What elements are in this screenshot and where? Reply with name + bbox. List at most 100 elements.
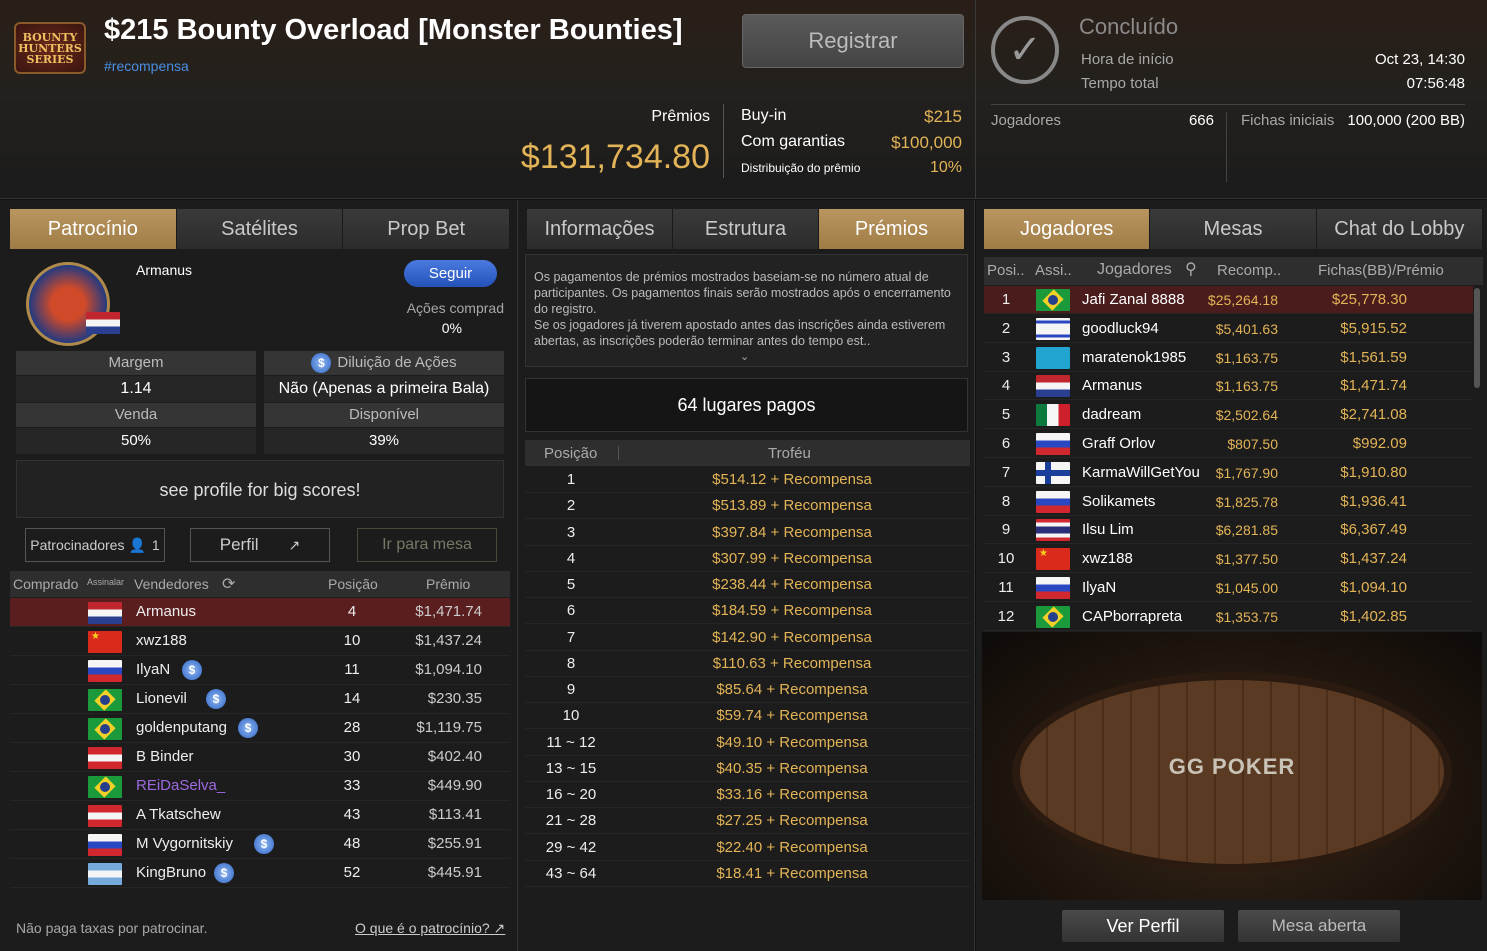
margin-value: 1.14 — [16, 376, 256, 402]
table-row[interactable]: IlyaN $11 $1,094.10 — [10, 656, 510, 685]
payout-amount: $513.89 + Recompensa — [712, 497, 872, 515]
col-chips-prize[interactable]: Fichas(BB)/Prémio — [1318, 262, 1444, 279]
table-row[interactable]: xwz188 10 $1,437.24 — [10, 627, 510, 656]
view-profile-button[interactable]: Ver Perfil — [1062, 910, 1224, 942]
refresh-icon[interactable]: ⟳ — [222, 574, 235, 594]
seller-name: A Tkatschew — [136, 806, 221, 823]
tab-prizes[interactable]: Prémios — [819, 209, 965, 249]
payout-amount: $238.44 + Recompensa — [712, 576, 872, 593]
seller-prize: $230.35 — [427, 690, 482, 707]
table-row[interactable]: 7 KarmaWillGetYou $1,767.90 $1,910.80 — [984, 459, 1473, 487]
register-button[interactable]: Registrar — [742, 14, 964, 68]
country-flag — [1036, 433, 1070, 455]
table-row: 6 $184.59 + Recompensa — [525, 598, 970, 625]
col-position[interactable]: Posição — [328, 576, 378, 592]
col-trophy: Troféu — [768, 445, 811, 462]
tab-players[interactable]: Jogadores — [984, 209, 1151, 249]
seller-prize: $402.40 — [427, 748, 482, 765]
bounty-hunters-logo: BOUNTY HUNTERS SERIES — [14, 22, 86, 74]
country-flag — [88, 776, 122, 798]
sponsors-button[interactable]: Patrocinadores 👤 1 — [25, 528, 165, 562]
tab-lobby-chat[interactable]: Chat do Lobby — [1316, 209, 1483, 249]
tab-staking[interactable]: Patrocínio — [10, 209, 177, 249]
open-table-button[interactable]: Mesa aberta — [1238, 910, 1400, 942]
guarantee-value: $100,000 — [891, 133, 962, 152]
players-panel: Jogadores Mesas Chat do Lobby Posi.. Ass… — [976, 200, 1487, 951]
follow-button[interactable]: Seguir — [404, 260, 497, 287]
chevron-down-icon[interactable]: ⌄ — [740, 350, 749, 363]
tab-structure[interactable]: Estrutura — [673, 209, 819, 249]
table-row[interactable]: goldenputang $28 $1,119.75 — [10, 714, 510, 743]
table-row[interactable]: 1 Jafi Zanal 8888 $25,264.18 $25,778.30 — [984, 286, 1473, 314]
payout-position: 43 ~ 64 — [545, 864, 597, 882]
seller-name: xwz188 — [136, 632, 187, 649]
player-prize: $1,471.74 — [1340, 377, 1407, 395]
profile-label: Perfil — [219, 535, 259, 554]
start-time-value: Oct 23, 14:30 — [1374, 51, 1465, 68]
prizes-panel: Informações Estrutura Prémios Os pagamen… — [518, 200, 975, 951]
tournament-title: $215 Bounty Overload [Monster Bounties] — [104, 14, 683, 46]
table-row[interactable]: B Binder 30 $402.40 — [10, 743, 510, 772]
profile-button[interactable]: Perfil ↗ — [190, 528, 330, 562]
sellers-table-header: Comprado Assinalar Vendedores ⟳ Posição … — [10, 571, 510, 597]
table-row[interactable]: M Vygornitskiy $48 $255.91 — [10, 830, 510, 859]
tab-satellites[interactable]: Satélites — [176, 209, 344, 249]
col-pos[interactable]: Posi.. — [987, 262, 1025, 279]
table-row[interactable]: A Tkatschew 43 $113.41 — [10, 801, 510, 830]
player-prize: $1,561.59 — [1340, 348, 1407, 366]
col-prize[interactable]: Prêmio — [426, 576, 470, 592]
tab-tables[interactable]: Mesas — [1150, 209, 1317, 249]
table-row[interactable]: 2 goodluck94 $5,401.63 $5,915.52 — [984, 315, 1473, 343]
country-flag — [1036, 519, 1070, 542]
no-fee-note: Não paga taxas por patrocinar. — [16, 920, 208, 936]
shares-bought-label: Ações comprad — [406, 300, 504, 316]
sellers-table: Armanus 4 $1,471.74 xwz188 10 $1,437.24 IlyaN $… — [10, 598, 510, 888]
col-sign[interactable]: Assi.. — [1035, 262, 1072, 279]
table-row[interactable]: 10 xwz188 $1,377.50 $1,437.24 — [984, 545, 1473, 574]
table-row[interactable]: 11 IlyaN $1,045.00 $1,094.10 — [984, 574, 1473, 602]
buyin-value: $215 — [924, 107, 962, 126]
goto-table-button[interactable]: Ir para mesa — [357, 528, 497, 562]
table-row: 11 ~ 12 $49.10 + Recompensa — [525, 730, 970, 756]
player-prize: $992.09 — [1352, 435, 1407, 452]
table-row: 9 $85.64 + Recompensa — [525, 677, 970, 703]
table-row: 5 $238.44 + Recompensa — [525, 572, 970, 598]
col-bounty[interactable]: Recomp.. — [1217, 262, 1281, 279]
player-name: maratenok1985 — [1082, 348, 1187, 366]
table-row[interactable]: 5 dadream $2,502.64 $2,741.08 — [984, 401, 1473, 430]
scrollbar[interactable] — [1474, 288, 1480, 388]
hashtag-link[interactable]: #recompensa — [104, 58, 189, 74]
player-name: Armanus — [1082, 377, 1143, 395]
payout-position: 6 — [566, 602, 576, 620]
check-circle-icon: ✓ — [991, 16, 1059, 84]
table-row[interactable]: 9 Ilsu Lim $6,281.85 $6,367.49 — [984, 516, 1473, 545]
seller-position: 48 — [343, 835, 361, 852]
table-row[interactable]: 3 maratenok1985 $1,163.75 $1,561.59 — [984, 344, 1473, 372]
table-row[interactable]: Lionevil $14 $230.35 — [10, 685, 510, 714]
table-row[interactable]: 4 Armanus $1,163.75 $1,471.74 — [984, 372, 1473, 401]
ggpoker-logo: GG POKER — [1168, 754, 1296, 779]
table-row[interactable]: KingBruno $52 $445.91 — [10, 859, 510, 888]
col-sellers[interactable]: Vendedores — [134, 576, 209, 592]
mid-tabbar: Informações Estrutura Prémios — [527, 209, 965, 249]
player-position: 1 — [1001, 291, 1011, 308]
player-prize: $6,367.49 — [1340, 521, 1407, 539]
table-row[interactable]: 12 CAPborrapreta $1,353.75 $1,402.85 — [984, 603, 1473, 631]
country-flag — [1036, 605, 1070, 628]
tab-info[interactable]: Informações — [527, 209, 673, 249]
table-row[interactable]: 6 Graff Orlov $807.50 $992.09 — [984, 430, 1473, 458]
table-row: 7 $142.90 + Recompensa — [525, 625, 970, 651]
col-players[interactable]: Jogadores — [1097, 261, 1172, 279]
payout-position: 29 ~ 42 — [545, 838, 597, 856]
player-flag — [86, 312, 120, 334]
sale-header: Venda — [16, 403, 256, 427]
player-name: KarmaWillGetYou — [1082, 463, 1200, 481]
player-bounty: $807.50 — [1227, 436, 1278, 452]
col-sign: Assinalar — [87, 577, 125, 587]
table-row[interactable]: REiDaSelva_ 33 $449.90 — [10, 772, 510, 801]
staking-help-link[interactable]: O que é o patrocínio? ↗ — [355, 920, 505, 937]
search-icon[interactable]: ⚲ — [1185, 259, 1197, 279]
table-row[interactable]: Armanus 4 $1,471.74 — [10, 598, 510, 627]
table-row[interactable]: 8 Solikamets $1,825.78 $1,936.41 — [984, 488, 1473, 516]
tab-prop-bet[interactable]: Prop Bet — [343, 209, 511, 249]
